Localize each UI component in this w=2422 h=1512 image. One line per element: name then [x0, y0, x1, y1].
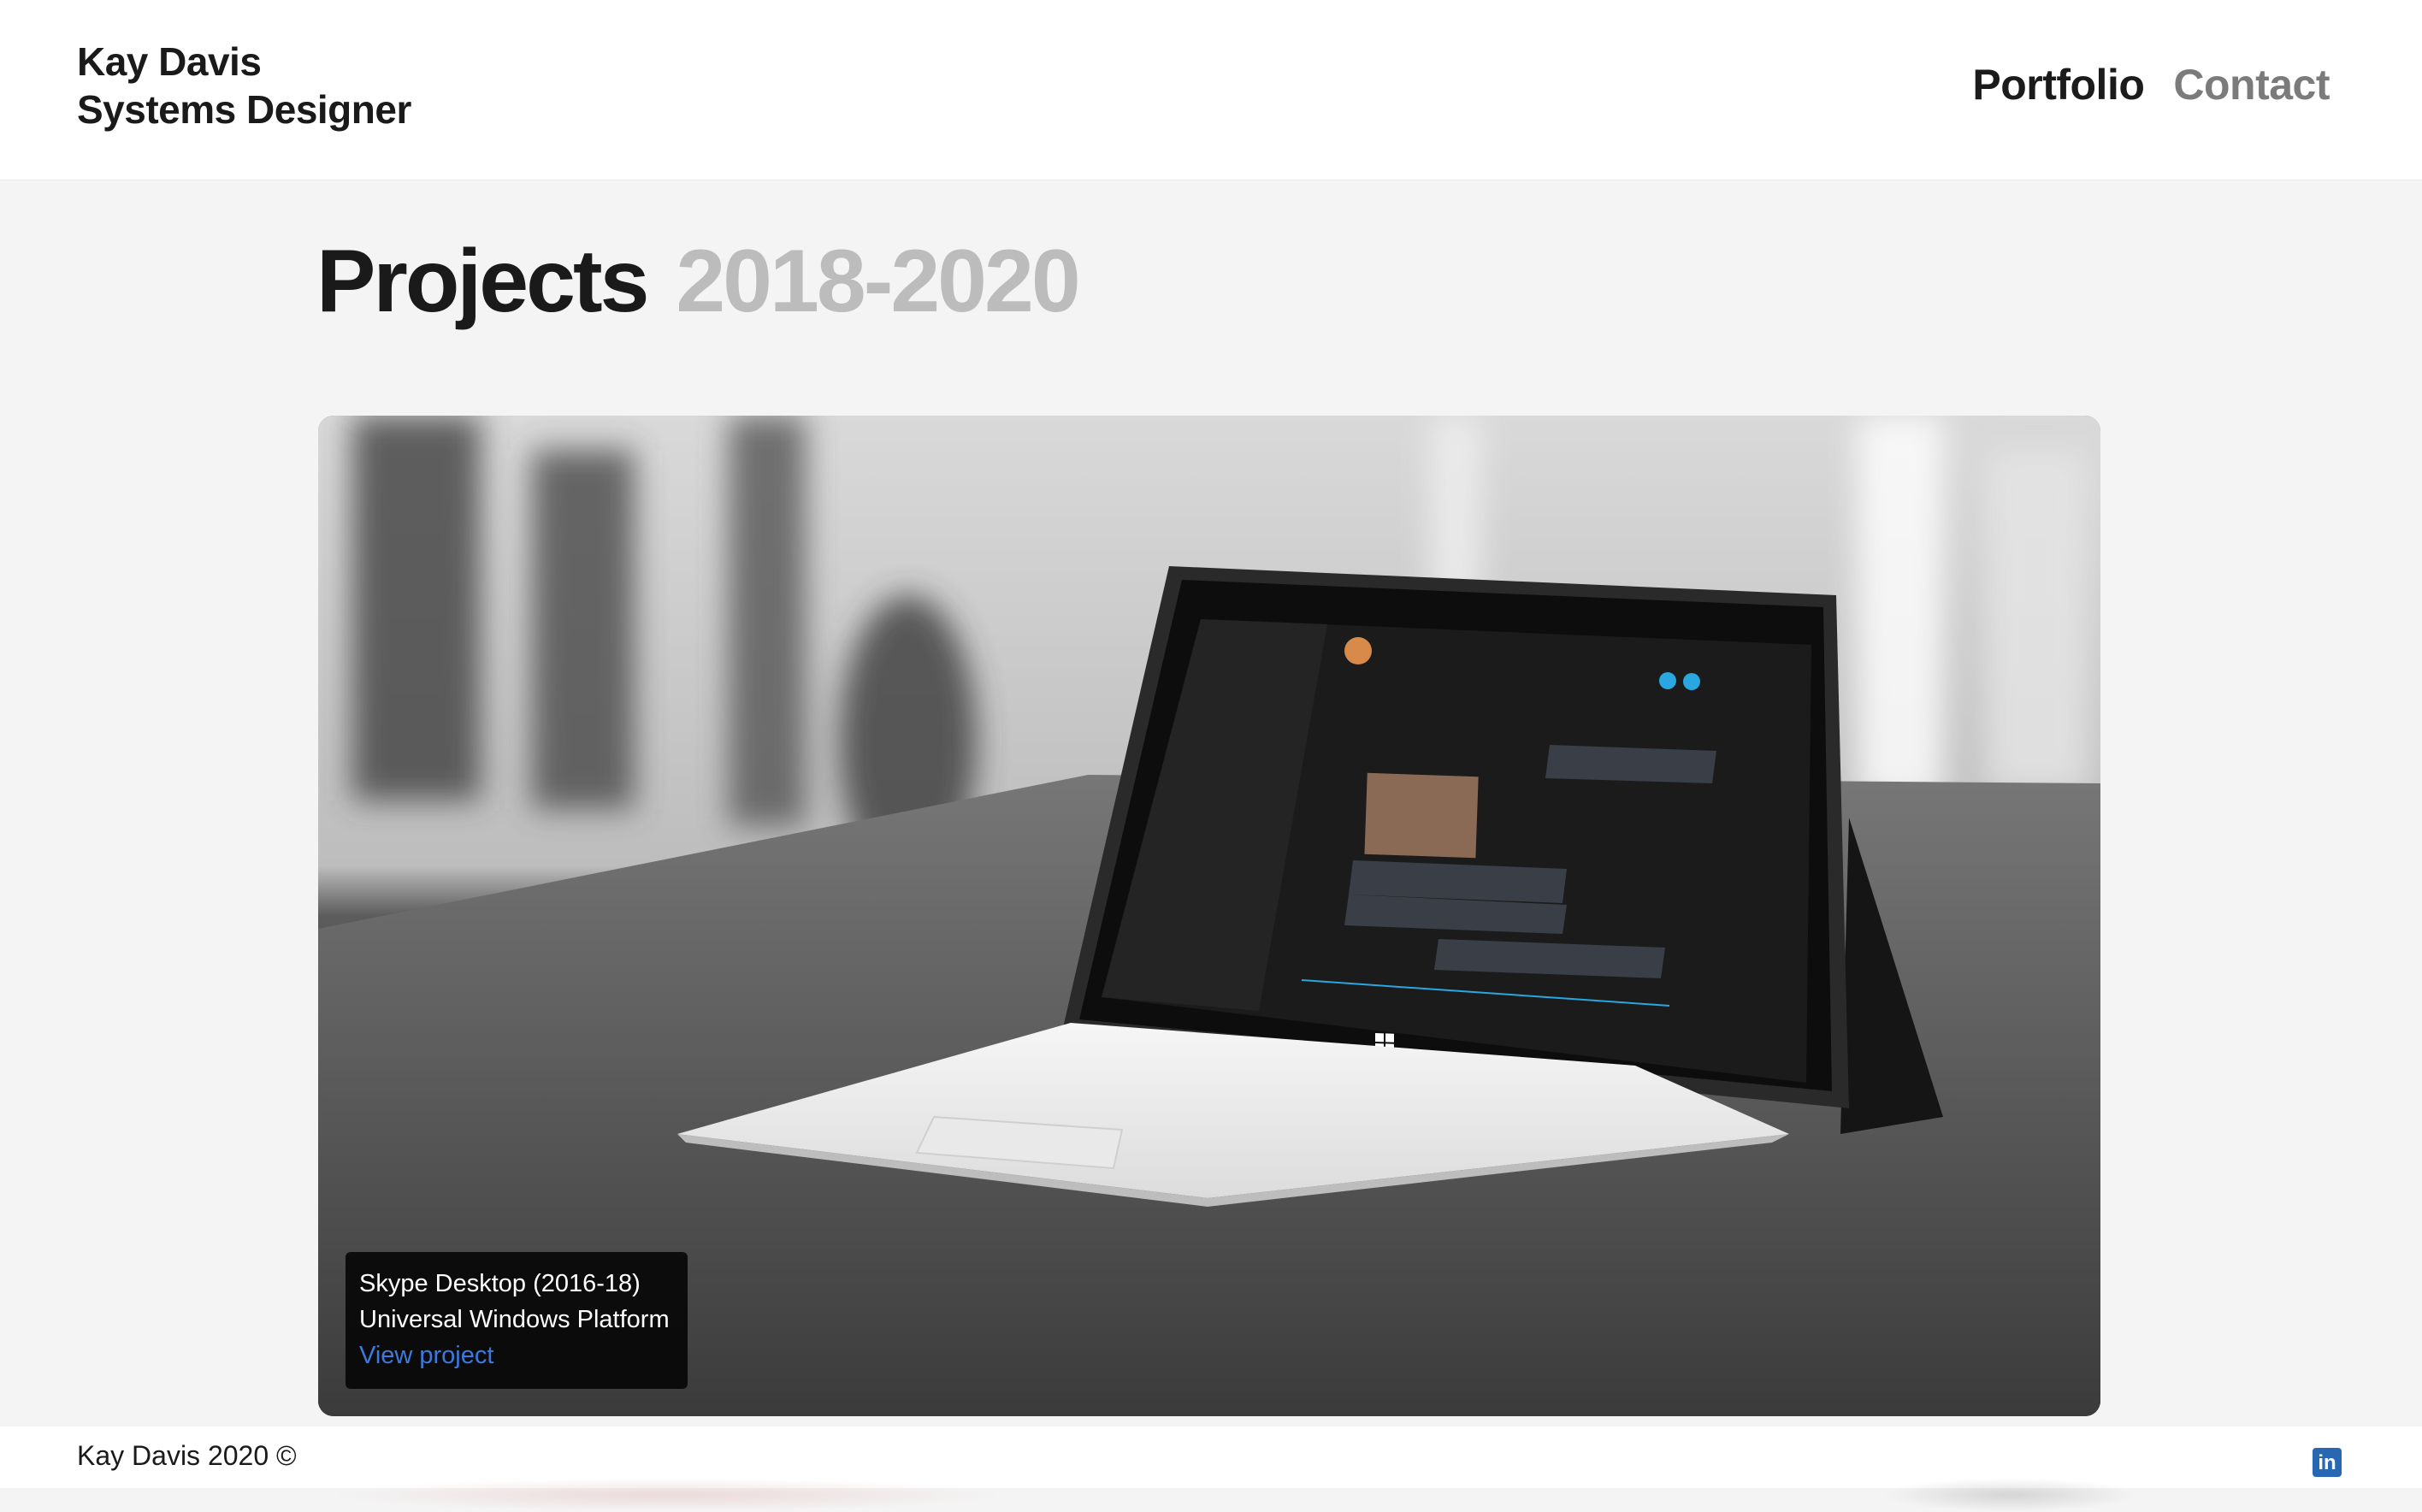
- main-nav: Portfolio Contact: [1972, 60, 2330, 109]
- site-header: Kay Davis Systems Designer Portfolio Con…: [0, 0, 2422, 180]
- nav-contact-link[interactable]: Contact: [2173, 60, 2330, 109]
- footer-shadow: [1881, 1478, 2138, 1512]
- project-platform: Universal Windows Platform: [359, 1306, 670, 1333]
- nav-portfolio-link[interactable]: Portfolio: [1972, 60, 2145, 109]
- brand[interactable]: Kay Davis Systems Designer: [77, 38, 411, 133]
- copyright-text: Kay Davis 2020 ©: [77, 1440, 297, 1471]
- project-caption: Skype Desktop (2016-18) Universal Window…: [346, 1252, 688, 1389]
- brand-name: Kay Davis: [77, 39, 262, 84]
- project-card[interactable]: Skype Desktop (2016-18) Universal Window…: [318, 416, 2100, 1416]
- footer-shadow: [325, 1478, 1009, 1512]
- linkedin-icon[interactable]: in: [2313, 1448, 2342, 1477]
- brand-role: Systems Designer: [77, 87, 411, 132]
- page-title: Projects 2018-2020: [316, 231, 1081, 333]
- page-title-text: Projects: [316, 232, 649, 331]
- view-project-link[interactable]: View project: [359, 1342, 493, 1369]
- project-title: Skype Desktop (2016-18): [359, 1270, 641, 1297]
- site-footer: Kay Davis 2020 ©: [0, 1426, 2422, 1512]
- page-title-years: 2018-2020: [676, 232, 1080, 331]
